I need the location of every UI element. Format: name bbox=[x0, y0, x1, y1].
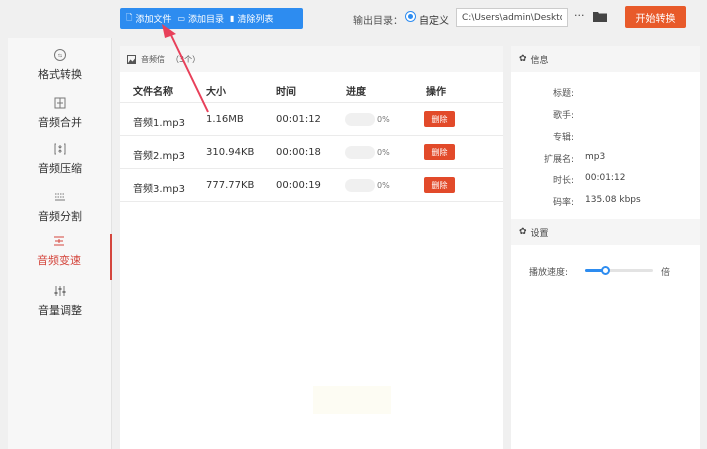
delete-button[interactable]: 删除 bbox=[424, 177, 455, 193]
browse-more-button[interactable]: ··· bbox=[574, 9, 585, 22]
open-folder-icon[interactable] bbox=[593, 11, 607, 22]
info-section-title: 信息 bbox=[530, 55, 549, 66]
file-time: 00:00:19 bbox=[276, 180, 321, 191]
sidebar-item-label: 音频分割 bbox=[38, 210, 82, 223]
progress-bar bbox=[345, 113, 375, 126]
toolbar-button-group: 🗋 添加文件 ▭ 添加目录 ▮ 清除列表 bbox=[120, 8, 303, 29]
folder-outline-icon: ▭ bbox=[177, 14, 186, 23]
info-section-header: ✿ 信息 bbox=[511, 46, 700, 72]
column-header-name: 文件名称 bbox=[133, 87, 173, 98]
sidebar-item-label: 音频变速 bbox=[37, 254, 81, 267]
audio-split-icon bbox=[53, 190, 67, 204]
table-row[interactable]: 音频3.mp3 777.77KB 00:00:19 0% 删除 bbox=[120, 169, 503, 202]
file-list-header: 音频信 （3个） bbox=[120, 46, 503, 72]
audio-merge-icon bbox=[53, 96, 67, 110]
info-key: 码率: bbox=[552, 198, 574, 208]
sidebar-item-volume-adjust[interactable]: 音量调整 bbox=[8, 284, 112, 330]
file-name: 音频2.mp3 bbox=[133, 151, 185, 162]
info-key: 歌手: bbox=[552, 111, 574, 121]
output-path-input[interactable] bbox=[456, 8, 568, 27]
empty-area bbox=[313, 386, 391, 414]
sidebar-item-audio-merge[interactable]: 音频合并 bbox=[8, 96, 112, 142]
column-header-time: 时间 bbox=[276, 87, 296, 98]
sidebar: ⇆ 格式转换 音频合并 音频压缩 音频分割 音频变速 音量调整 bbox=[8, 38, 112, 449]
info-value: mp3 bbox=[585, 152, 606, 162]
custom-dir-radio-label[interactable]: 自定义 bbox=[419, 12, 449, 27]
clear-list-label: 清除列表 bbox=[237, 15, 274, 25]
table-row[interactable]: 音频1.mp3 1.16MB 00:01:12 0% 删除 bbox=[120, 103, 503, 136]
add-file-label: 添加文件 bbox=[135, 15, 172, 25]
delete-button[interactable]: 删除 bbox=[424, 111, 455, 127]
info-key: 专辑: bbox=[552, 133, 574, 143]
slider-handle[interactable] bbox=[600, 266, 610, 275]
file-time: 00:00:18 bbox=[276, 147, 321, 158]
info-panel: ✿ 信息 标题: 歌手: 专辑: 扩展名: mp3 时长: 00:01:12 码… bbox=[511, 46, 700, 449]
audio-compress-icon bbox=[53, 142, 67, 156]
gear-icon: ✿ bbox=[519, 54, 527, 64]
info-value: 00:01:12 bbox=[585, 173, 626, 183]
sidebar-item-label: 音频压缩 bbox=[38, 162, 82, 175]
delete-button[interactable]: 删除 bbox=[424, 144, 455, 160]
trash-icon: ▮ bbox=[230, 14, 235, 23]
progress-percent: 0% bbox=[377, 115, 390, 124]
settings-section-title: 设置 bbox=[530, 228, 549, 239]
format-convert-icon: ⇆ bbox=[53, 48, 67, 62]
info-key: 标题: bbox=[552, 89, 574, 99]
progress-percent: 0% bbox=[377, 148, 390, 157]
file-icon: 🗋 bbox=[126, 12, 133, 22]
file-size: 1.16MB bbox=[206, 114, 244, 125]
column-header-progress: 进度 bbox=[346, 87, 366, 98]
info-key: 时长: bbox=[552, 176, 574, 186]
gear-icon: ✿ bbox=[519, 227, 527, 237]
settings-section-header: ✿ 设置 bbox=[511, 219, 700, 245]
file-size: 777.77KB bbox=[206, 180, 255, 191]
sidebar-item-label: 音频合并 bbox=[38, 116, 82, 129]
file-list-panel: 音频信 （3个） 文件名称 大小 时间 进度 操作 音频1.mp3 1.16MB… bbox=[120, 46, 503, 449]
progress-bar bbox=[345, 146, 375, 159]
sidebar-item-audio-speed[interactable]: 音频变速 bbox=[8, 234, 112, 280]
file-list-title: 音频信 bbox=[141, 54, 165, 64]
progress-percent: 0% bbox=[377, 181, 390, 190]
info-value: 135.08 kbps bbox=[585, 195, 641, 205]
sidebar-item-format-convert[interactable]: ⇆ 格式转换 bbox=[8, 48, 112, 94]
add-file-button[interactable]: 🗋 添加文件 bbox=[120, 12, 171, 26]
add-folder-button[interactable]: ▭ 添加目录 bbox=[171, 12, 224, 25]
speed-unit-label: 倍 bbox=[661, 268, 671, 278]
sidebar-item-audio-split[interactable]: 音频分割 bbox=[8, 190, 112, 236]
start-convert-button[interactable]: 开始转换 bbox=[625, 6, 686, 28]
file-time: 00:01:12 bbox=[276, 114, 321, 125]
sidebar-item-label: 格式转换 bbox=[38, 68, 82, 81]
add-folder-label: 添加目录 bbox=[188, 15, 225, 25]
column-header-size: 大小 bbox=[206, 87, 226, 98]
volume-adjust-icon bbox=[53, 284, 67, 298]
clear-list-button[interactable]: ▮ 清除列表 bbox=[224, 12, 273, 25]
column-header-action: 操作 bbox=[426, 87, 446, 98]
svg-text:⇆: ⇆ bbox=[58, 53, 62, 59]
file-size: 310.94KB bbox=[206, 147, 255, 158]
output-dir-label: 输出目录： bbox=[353, 16, 403, 27]
info-key: 扩展名: bbox=[543, 155, 574, 165]
table-row[interactable]: 音频2.mp3 310.94KB 00:00:18 0% 删除 bbox=[120, 136, 503, 169]
custom-dir-radio[interactable] bbox=[405, 11, 416, 22]
playback-speed-slider[interactable] bbox=[585, 266, 653, 275]
progress-bar bbox=[345, 179, 375, 192]
audio-speed-icon bbox=[52, 234, 66, 248]
file-name: 音频3.mp3 bbox=[133, 184, 185, 195]
playback-speed-label: 播放速度: bbox=[529, 268, 569, 278]
file-name: 音频1.mp3 bbox=[133, 118, 185, 129]
sidebar-item-label: 音量调整 bbox=[38, 304, 82, 317]
sidebar-item-audio-compress[interactable]: 音频压缩 bbox=[8, 142, 112, 188]
file-count: （3个） bbox=[171, 54, 201, 64]
image-icon bbox=[127, 54, 136, 64]
